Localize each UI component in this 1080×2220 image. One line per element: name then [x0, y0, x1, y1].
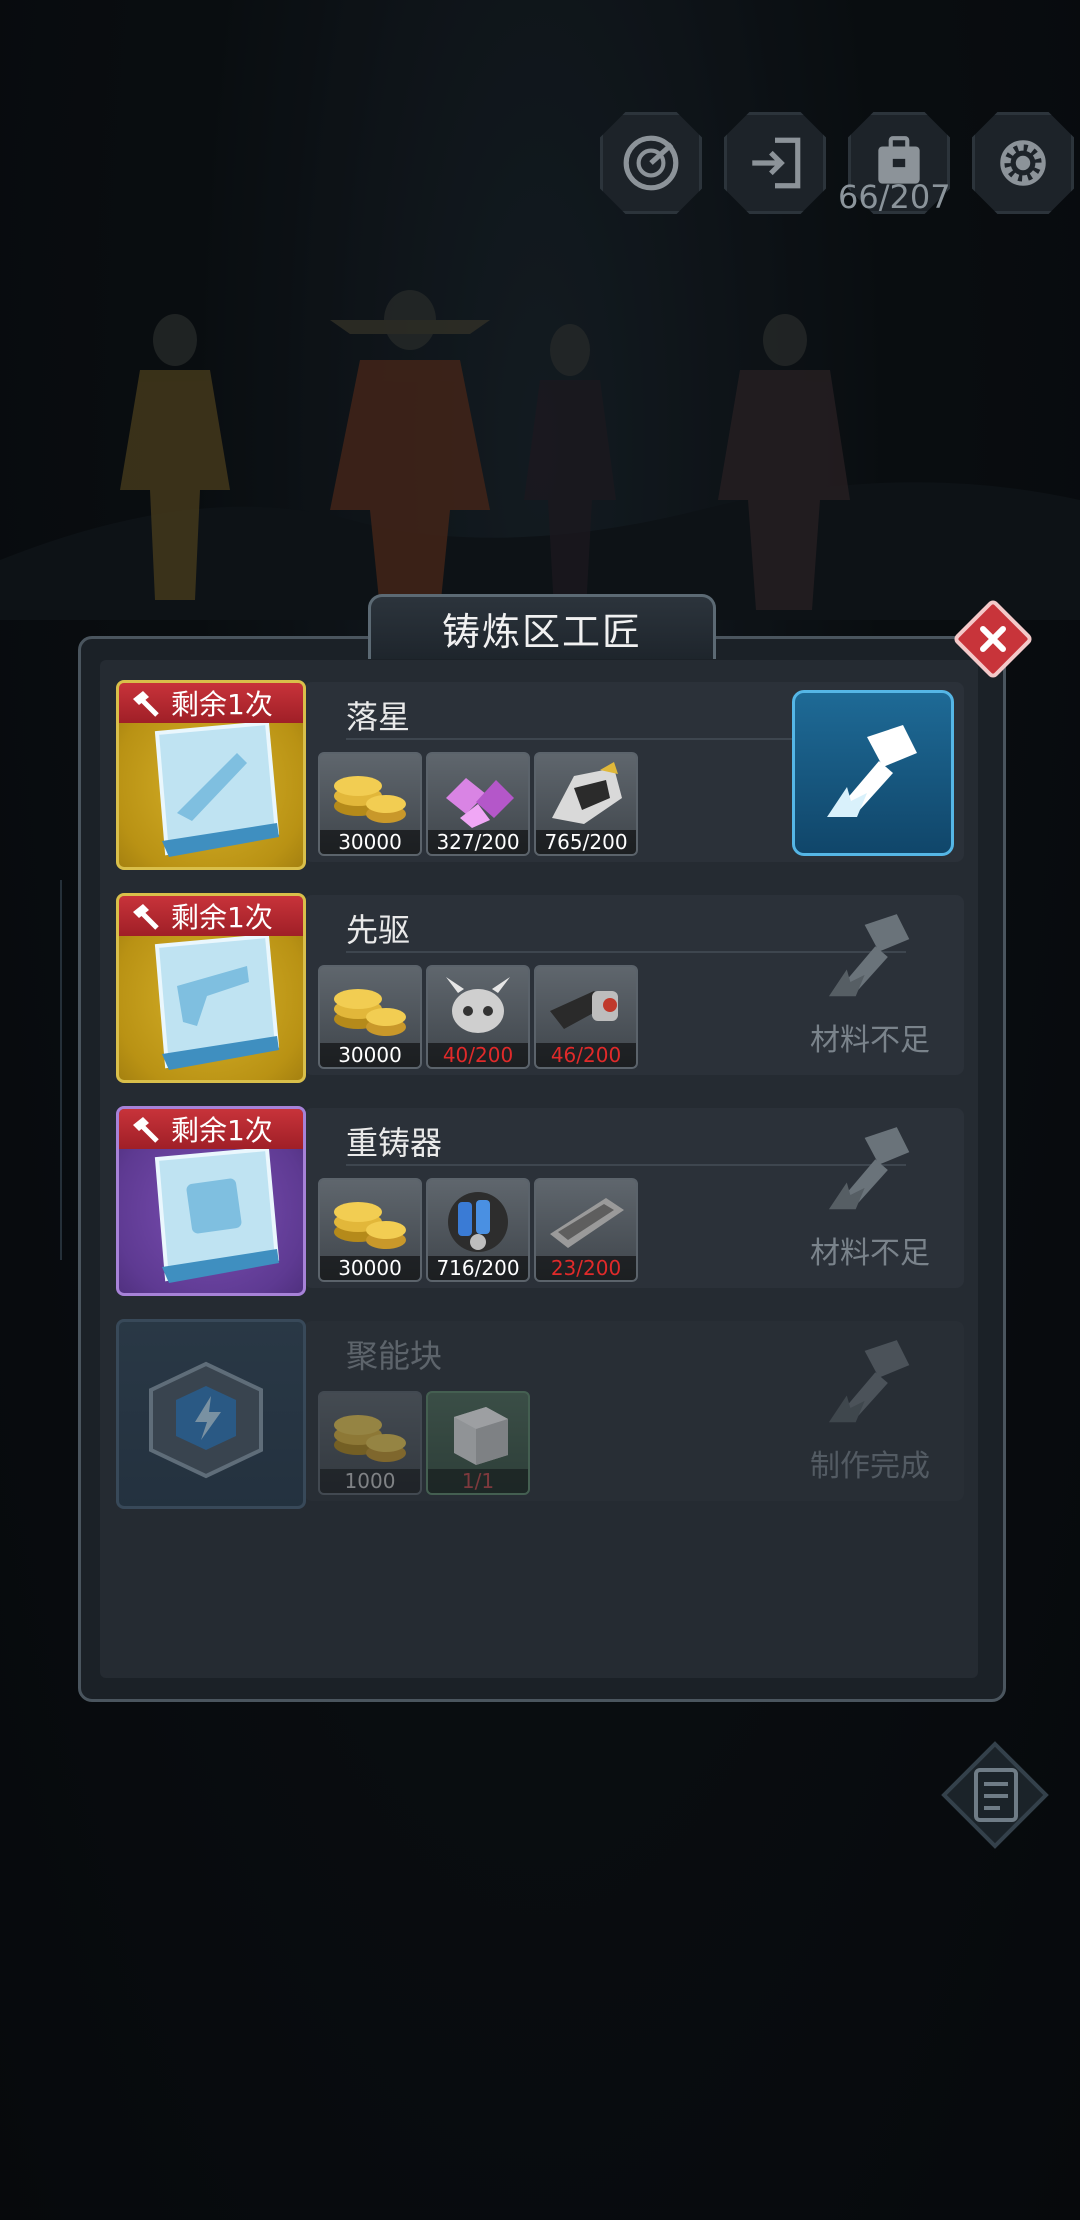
blueprint-icon: [154, 1146, 280, 1283]
forge-hammer-icon: [827, 725, 917, 817]
radar-icon: [623, 135, 679, 191]
gold-coins-icon: [334, 1415, 406, 1462]
mech-part-icon: [552, 762, 622, 824]
forge-hammer-icon: [828, 1127, 910, 1210]
gun-barrel-icon: [550, 991, 618, 1029]
material-slot[interactable]: 30000: [318, 965, 422, 1069]
forge-button-disabled[interactable]: 材料不足: [792, 903, 948, 1063]
recipe-name: 聚能块: [346, 1337, 443, 1375]
recipe-row: 聚能块 1000 1/1 制作完成: [116, 1319, 966, 1509]
recipe-row: 剩余1次 重铸器 30000 716/200 23/200 材料不足: [116, 1106, 966, 1296]
hammer-icon: [133, 904, 159, 930]
exit-button[interactable]: [724, 112, 826, 214]
settings-button[interactable]: [972, 112, 1074, 214]
forge-button[interactable]: [792, 690, 954, 856]
craft-complete-label: 制作完成: [810, 1449, 930, 1484]
recipe-row: 剩余1次 先驱 30000 40/200 46/200 材料不足: [116, 893, 966, 1083]
recipe-name: 落星: [346, 698, 411, 736]
battery-drum-icon: [448, 1192, 508, 1252]
blueprint-icon: [154, 720, 280, 857]
exit-door-icon: [752, 137, 801, 189]
remaining-count-tag: 剩余1次: [119, 1109, 303, 1149]
gold-coins-icon: [334, 776, 406, 823]
material-slot[interactable]: 765/200: [534, 752, 638, 856]
radar-button[interactable]: [600, 112, 702, 214]
forge-hammer-icon: [828, 914, 910, 997]
gear-icon: [1000, 140, 1046, 186]
craft-complete-indicator: 制作完成: [792, 1329, 948, 1489]
recipe-row: 剩余1次 落星 30000 327/200 765/200: [116, 680, 966, 870]
remaining-count-tag: 剩余1次: [119, 683, 303, 723]
white-cube-icon: [454, 1407, 508, 1465]
material-slot[interactable]: 1000: [318, 1391, 422, 1495]
material-slot[interactable]: 327/200: [426, 752, 530, 856]
close-icon: [980, 626, 1006, 652]
bag-capacity-count: 66/207: [838, 178, 951, 216]
blueprint-icon: [154, 933, 280, 1070]
material-slot[interactable]: 30000: [318, 1178, 422, 1282]
task-list-icon[interactable]: [940, 1740, 1050, 1850]
blueprint-card[interactable]: 剩余1次: [116, 680, 306, 870]
left-side-decoration: [0, 880, 62, 1260]
material-slot[interactable]: 40/200: [426, 965, 530, 1069]
purple-crystals-icon: [446, 778, 514, 828]
hammer-icon: [133, 1117, 159, 1143]
recipe-name: 重铸器: [346, 1124, 443, 1162]
insufficient-materials-label: 材料不足: [810, 1023, 930, 1058]
dialog-title: 铸炼区工匠: [368, 594, 716, 659]
metal-plate-icon: [550, 1198, 624, 1248]
gold-coins-icon: [334, 1202, 406, 1249]
material-slot[interactable]: 30000: [318, 752, 422, 856]
hammer-icon: [133, 691, 159, 717]
forge-button-disabled[interactable]: 材料不足: [792, 1116, 948, 1276]
recipe-name: 先驱: [346, 911, 411, 949]
item-card[interactable]: [116, 1319, 306, 1509]
material-slot[interactable]: 23/200: [534, 1178, 638, 1282]
remaining-count-tag: 剩余1次: [119, 896, 303, 936]
material-slot[interactable]: 46/200: [534, 965, 638, 1069]
blueprint-card[interactable]: 剩余1次: [116, 893, 306, 1083]
blueprint-card[interactable]: 剩余1次: [116, 1106, 306, 1296]
energy-block-icon: [149, 1361, 263, 1479]
insufficient-materials-label: 材料不足: [810, 1236, 930, 1271]
beast-skull-icon: [446, 977, 510, 1033]
material-slot[interactable]: 716/200: [426, 1178, 530, 1282]
gold-coins-icon: [334, 989, 406, 1036]
close-button[interactable]: [951, 597, 1035, 681]
material-slot[interactable]: 1/1: [426, 1391, 530, 1495]
forge-hammer-icon: [828, 1340, 910, 1423]
